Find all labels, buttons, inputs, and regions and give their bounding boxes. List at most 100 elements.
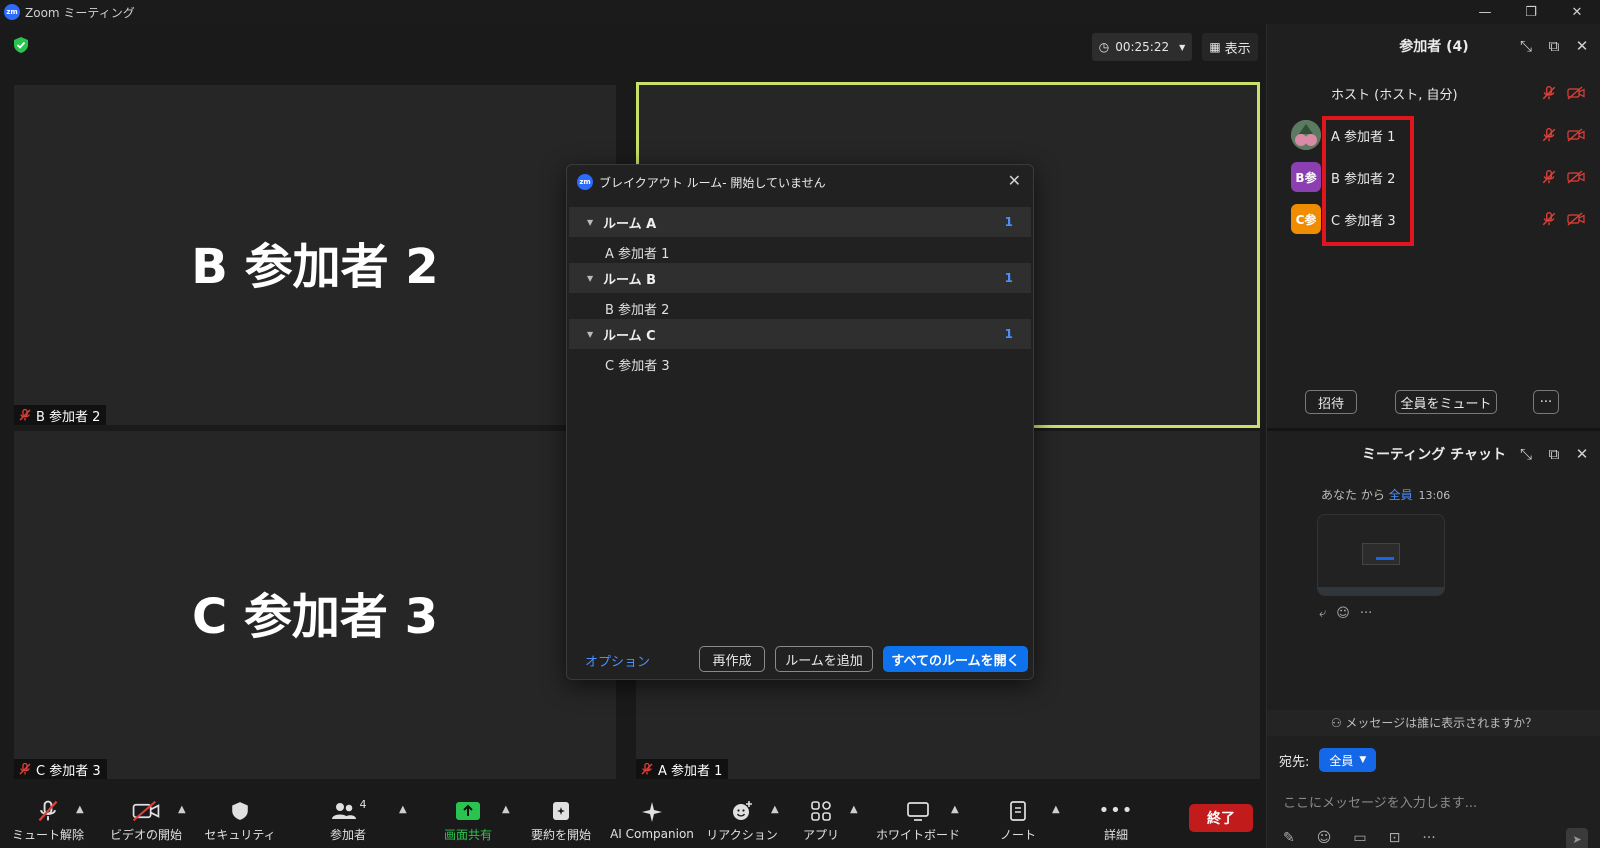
panel-divider: [1267, 428, 1600, 431]
open-all-rooms-button[interactable]: すべてのルームを開く: [883, 646, 1028, 672]
emoji-icon[interactable]: ☺: [1336, 606, 1350, 621]
close-icon[interactable]: ✕: [1008, 171, 1021, 190]
zoom-logo-icon: zm: [577, 174, 593, 190]
video-tile-b[interactable]: B 参加者 2 B 参加者 2: [14, 85, 616, 425]
file-icon[interactable]: ▭: [1353, 830, 1366, 846]
room-row-b[interactable]: ▼ ルーム B 1: [569, 263, 1031, 293]
chevron-down-icon[interactable]: ▼: [587, 274, 593, 283]
participant-row[interactable]: A 参加者 1: [1267, 114, 1600, 156]
emoji-icon[interactable]: ☺: [1317, 830, 1332, 846]
whiteboard-icon: [906, 798, 930, 824]
person-icon: ⚇: [1330, 716, 1346, 730]
unmute-button[interactable]: ミュート解除: [8, 792, 88, 848]
more-options-button[interactable]: ···: [1533, 390, 1559, 414]
chevron-up-icon[interactable]: ▲: [399, 804, 407, 815]
more-button[interactable]: ••• 詳細: [1080, 792, 1152, 848]
recreate-button[interactable]: 再作成: [699, 646, 765, 672]
collapse-icon[interactable]: ⤡: [1518, 38, 1534, 54]
participant-row[interactable]: C参 C 参加者 3: [1267, 198, 1600, 240]
close-icon[interactable]: ✕: [1574, 446, 1590, 462]
chevron-up-icon[interactable]: ▲: [771, 804, 779, 815]
chevron-up-icon[interactable]: ▲: [502, 804, 510, 815]
mic-off-icon[interactable]: [1541, 127, 1557, 143]
tile-name-tag: C 参加者 3: [14, 759, 107, 779]
apps-button[interactable]: アプリ: [792, 792, 850, 848]
meeting-timer[interactable]: ◷ 00:25:22 ▼: [1092, 33, 1192, 61]
format-icon[interactable]: ✎: [1283, 830, 1295, 846]
room-name: ルーム B: [603, 272, 657, 288]
tile-name-text: A 参加者 1: [658, 763, 723, 779]
options-link[interactable]: オプション: [585, 651, 650, 670]
reply-icon[interactable]: ⤶: [1319, 606, 1326, 621]
video-off-icon[interactable]: [1567, 169, 1585, 185]
notes-button[interactable]: ノート: [982, 792, 1054, 848]
popout-icon[interactable]: ⧉: [1546, 446, 1562, 462]
room-member[interactable]: C 参加者 3: [605, 355, 670, 374]
mic-off-icon: [641, 762, 653, 775]
mic-off-icon[interactable]: [1541, 169, 1557, 185]
room-count: 1: [1004, 327, 1013, 341]
add-room-button[interactable]: ルームを追加: [775, 646, 873, 672]
notes-icon: [1008, 798, 1028, 824]
screenshot-icon[interactable]: ⊡: [1389, 830, 1401, 846]
popout-icon[interactable]: ⧉: [1546, 38, 1562, 54]
room-row-a[interactable]: ▼ ルーム A 1: [569, 207, 1031, 237]
security-button[interactable]: セキュリティ: [200, 792, 280, 848]
chat-image-thumbnail[interactable]: [1317, 514, 1445, 596]
chevron-up-icon[interactable]: ▲: [850, 804, 858, 815]
end-meeting-button[interactable]: 終了: [1189, 804, 1253, 832]
restore-button[interactable]: ❐: [1508, 0, 1554, 24]
chat-input[interactable]: ここにメッセージを入力します...: [1283, 792, 1477, 811]
mic-off-icon[interactable]: [1541, 85, 1557, 101]
collapse-icon[interactable]: ⤡: [1518, 446, 1534, 462]
thumbnail-button-shape: [1376, 557, 1394, 560]
room-member[interactable]: A 参加者 1: [605, 243, 669, 262]
minimize-button[interactable]: —: [1462, 0, 1508, 24]
share-screen-label: 画面共有: [443, 827, 492, 842]
participants-button[interactable]: 4 参加者: [308, 792, 388, 848]
mute-all-button[interactable]: 全員をミュート: [1395, 390, 1497, 414]
recipient-value: 全員: [1329, 753, 1354, 768]
emoji-icon: [731, 798, 753, 824]
avatar: B参: [1291, 162, 1321, 192]
more-icon[interactable]: ···: [1422, 830, 1435, 846]
video-off-icon[interactable]: [1567, 211, 1585, 227]
participant-row[interactable]: B参 B 参加者 2: [1267, 156, 1600, 198]
whiteboard-button[interactable]: ホワイトボード: [872, 792, 964, 848]
view-button[interactable]: ▦ 表示: [1202, 33, 1258, 61]
close-icon[interactable]: ✕: [1574, 38, 1590, 54]
start-video-button[interactable]: ビデオの開始: [106, 792, 186, 848]
chevron-up-icon[interactable]: ▲: [951, 804, 959, 815]
room-member[interactable]: B 参加者 2: [605, 299, 669, 318]
room-row-c[interactable]: ▼ ルーム C 1: [569, 319, 1031, 349]
grid-icon: ▦: [1209, 40, 1221, 54]
recipient-select[interactable]: 全員 ▼: [1319, 748, 1377, 772]
chevron-up-icon[interactable]: ▲: [1052, 804, 1060, 815]
shield-icon[interactable]: [12, 36, 30, 54]
chevron-up-icon[interactable]: ▲: [178, 804, 186, 815]
participant-name: ホスト (ホスト, 自分): [1331, 87, 1458, 103]
chat-recipient-row: 宛先: 全員 ▼: [1279, 748, 1377, 772]
reactions-label: リアクション: [706, 827, 778, 842]
who-sees-notice[interactable]: ⚇ メッセージは誰に表示されますか？: [1267, 710, 1600, 736]
send-icon[interactable]: ➤: [1566, 828, 1588, 848]
start-video-label: ビデオの開始: [109, 827, 182, 842]
start-summary-button[interactable]: 要約を開始: [520, 792, 602, 848]
mic-off-icon[interactable]: [1541, 211, 1557, 227]
more-icon[interactable]: ···: [1360, 606, 1372, 621]
ai-companion-button[interactable]: AI Companion: [606, 792, 698, 848]
chevron-down-icon[interactable]: ▼: [587, 218, 593, 227]
close-window-button[interactable]: ✕: [1554, 0, 1600, 24]
tile-name-tag: B 参加者 2: [14, 405, 107, 425]
video-tile-c[interactable]: C 参加者 3 C 参加者 3: [14, 431, 616, 779]
participant-row[interactable]: ホスト (ホスト, 自分): [1267, 72, 1600, 114]
chevron-down-icon[interactable]: ▼: [587, 330, 593, 339]
chevron-up-icon[interactable]: ▲: [76, 804, 84, 815]
zoom-app: zm Zoom ミーティング — ❐ ✕ ◷ 00:25:22 ▼ ▦ 表示 B…: [0, 0, 1600, 848]
reactions-button[interactable]: リアクション: [702, 792, 782, 848]
video-off-icon[interactable]: [1567, 85, 1585, 101]
video-off-icon[interactable]: [1567, 127, 1585, 143]
sparkle-icon: [640, 799, 664, 825]
invite-button[interactable]: 招待: [1305, 390, 1357, 414]
share-screen-button[interactable]: 画面共有: [428, 792, 508, 848]
